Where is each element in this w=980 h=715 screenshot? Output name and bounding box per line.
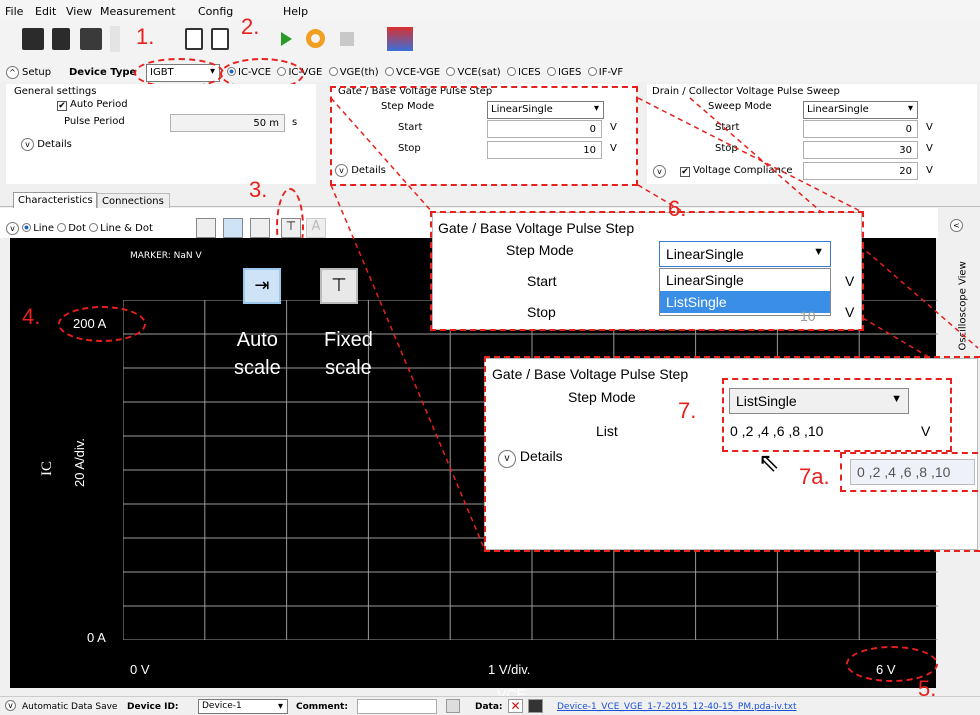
callout-7a: 7a. [799, 464, 830, 489]
popup6-stop-value: 10 [800, 308, 816, 324]
comment-input[interactable] [357, 699, 437, 714]
callout-7: 7. [678, 398, 697, 423]
comment-label: Comment: [296, 702, 348, 712]
popup6-start-label: Start [527, 273, 557, 289]
device-id-label: Device ID: [127, 702, 179, 712]
mouse-cursor-icon: ⇖ [758, 448, 780, 478]
callout-6: 6. [668, 196, 687, 221]
popup7-list-label: List [596, 423, 618, 439]
option-linear-single[interactable]: LinearSingle [660, 269, 830, 291]
popup6-title: Gate / Base Voltage Pulse Step [438, 220, 635, 236]
device-id-select[interactable]: Device-1 [198, 699, 288, 714]
delete-icon[interactable]: ✕ [508, 699, 523, 713]
data-file-link[interactable]: Device-1_VCE_VGE_1-7-2015_12-40-15_PM.pd… [557, 702, 797, 712]
popup7a-list-value: 0 ,2 ,4 ,6 ,8 ,10 [850, 459, 975, 485]
auto-save-toggle[interactable]: v [5, 700, 16, 711]
popup7-title: Gate / Base Voltage Pulse Step [492, 366, 689, 382]
popup6-step-mode-select[interactable]: LinearSingle ▼ [659, 241, 831, 267]
callout-box-7 [722, 378, 952, 452]
save-data-icon[interactable] [528, 699, 543, 713]
popup7-step-mode-label: Step Mode [568, 389, 636, 405]
auto-save-label: Automatic Data Save [22, 702, 118, 712]
popup6-start-unit: V [845, 273, 855, 289]
data-label: Data: [475, 702, 503, 712]
popup7-details-toggle[interactable]: v Details [498, 448, 563, 468]
popup6-stop-unit: V [845, 304, 855, 320]
paste-icon[interactable] [446, 699, 460, 713]
popup6-stop-label: Stop [527, 304, 556, 320]
popup6-step-mode-label: Step Mode [506, 242, 574, 258]
